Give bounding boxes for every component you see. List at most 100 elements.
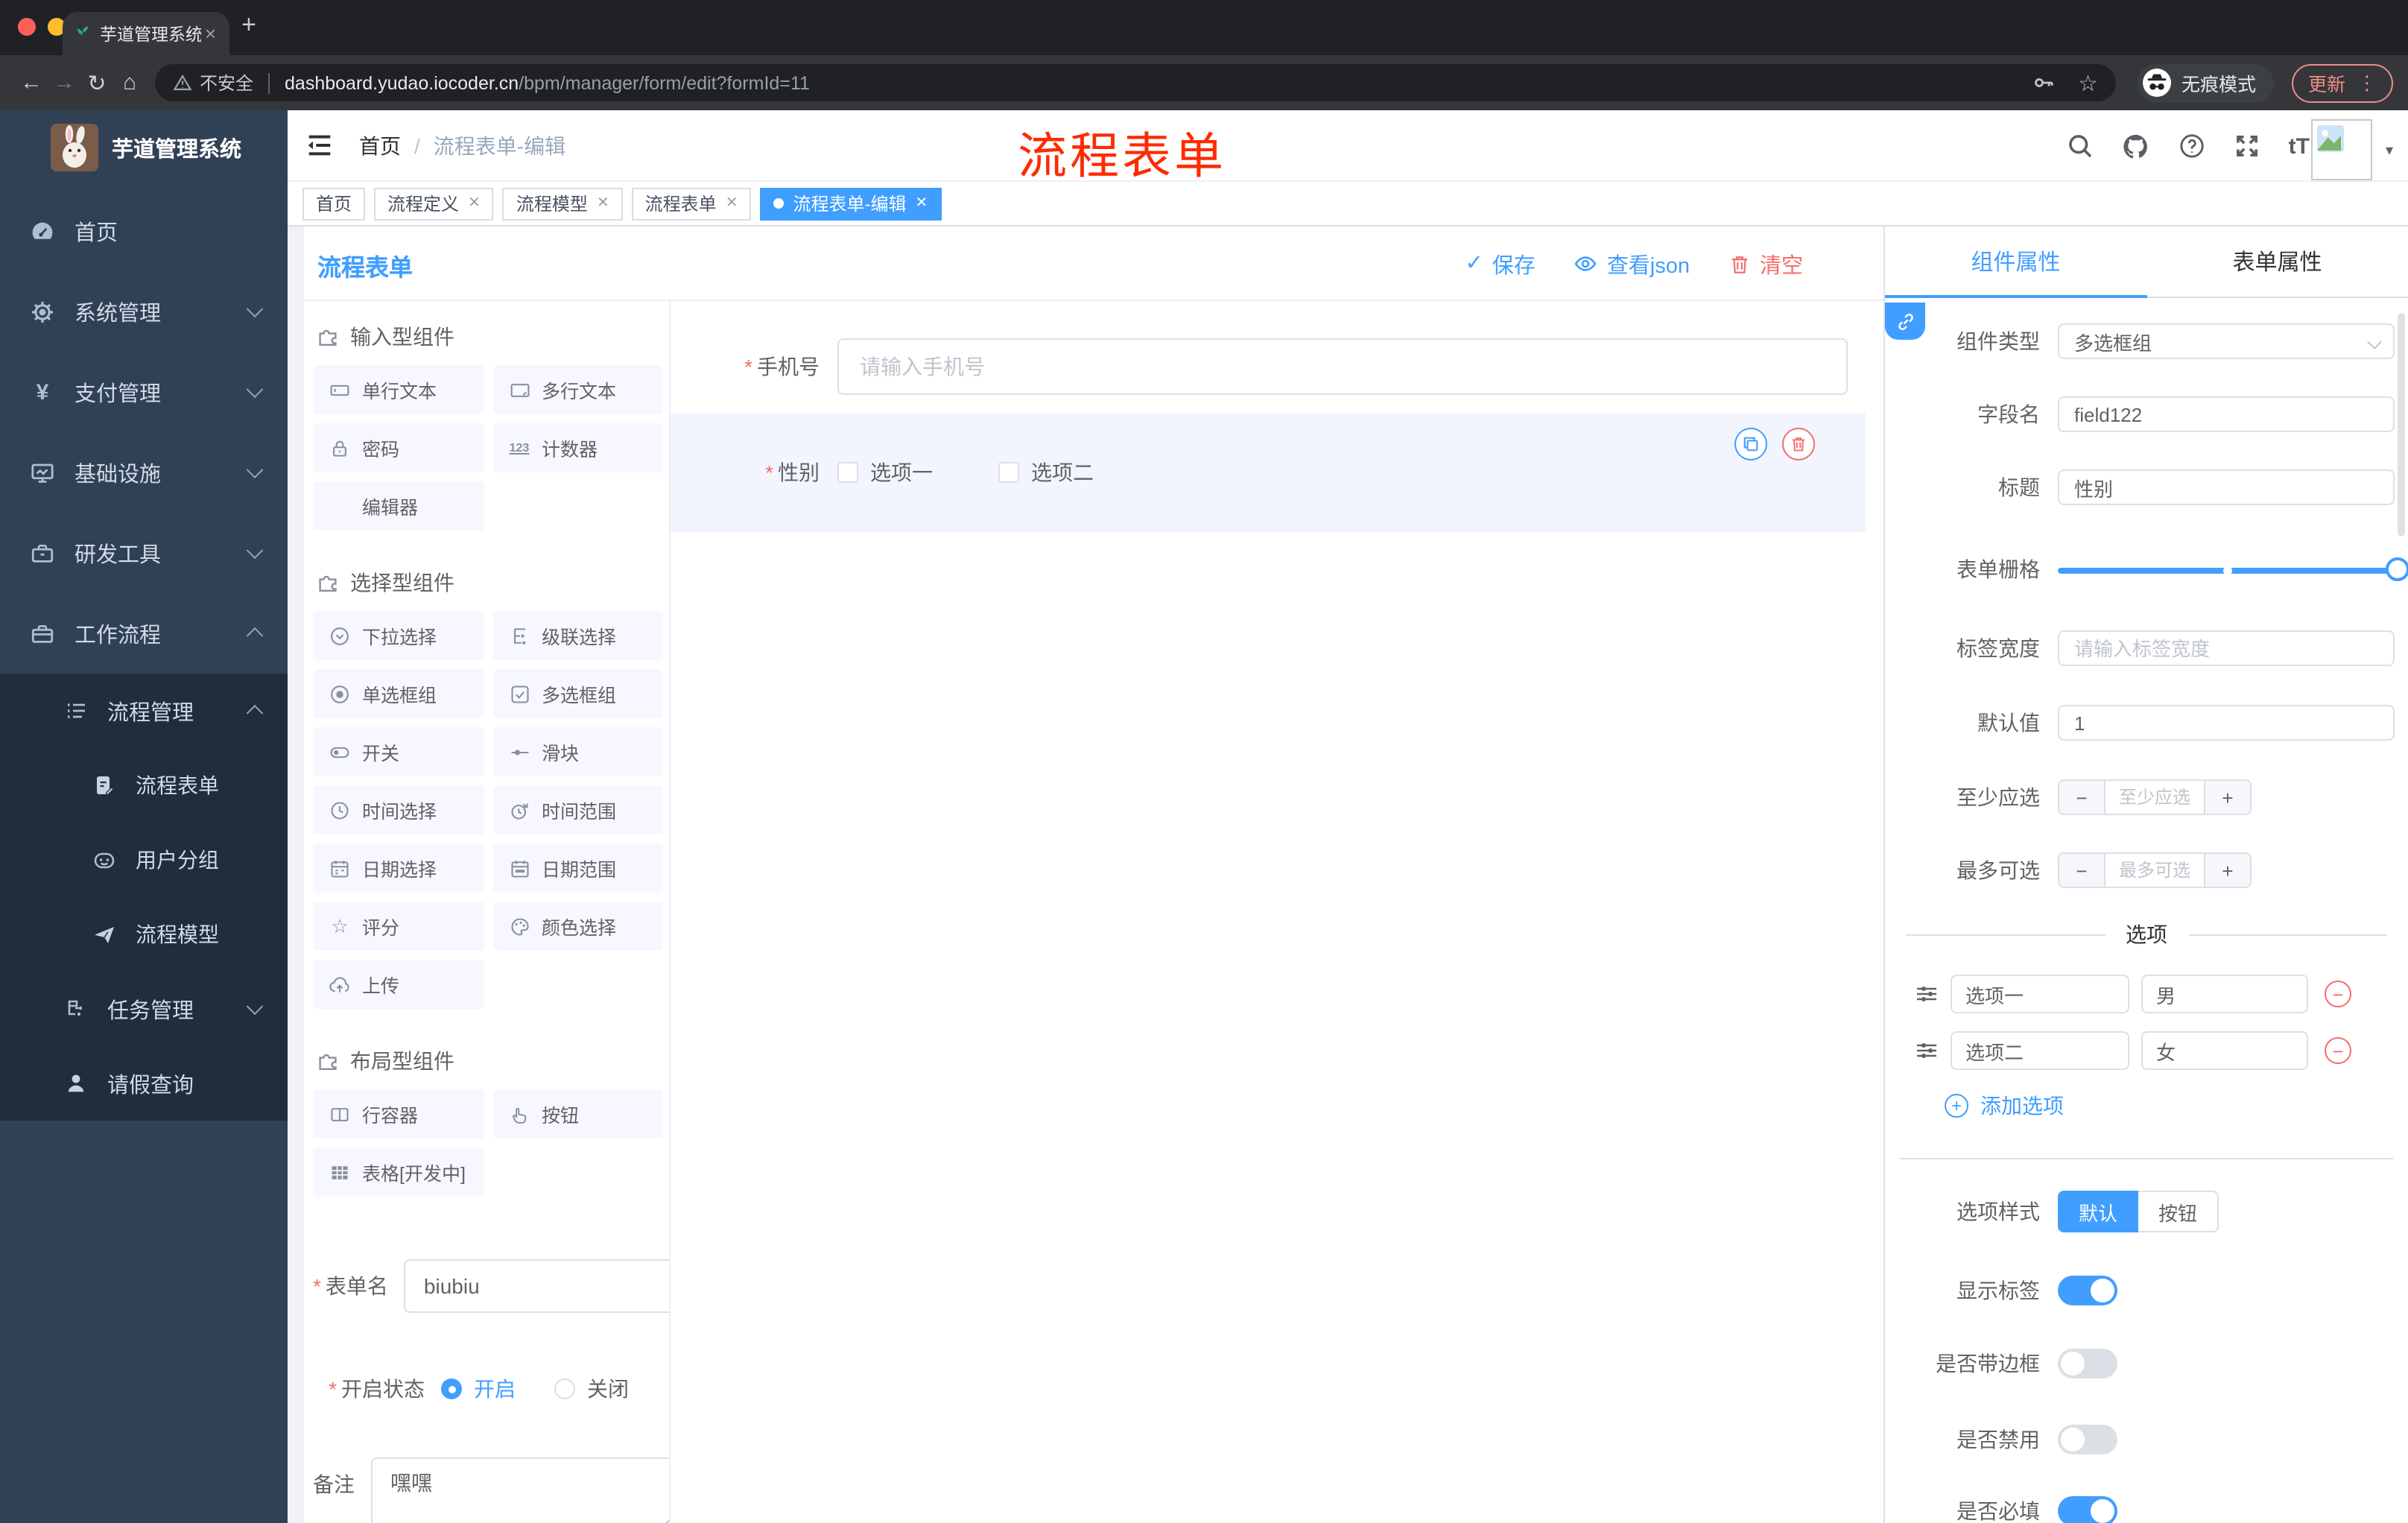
palette-item-editor[interactable]: 编辑器 [313,481,484,531]
browser-tab[interactable]: 芋道管理系统 × [63,12,229,55]
drag-handle-icon[interactable] [1915,1039,1939,1063]
palette-item-upload[interactable]: 上传 [313,960,484,1009]
option2-label-input[interactable] [1951,1031,2129,1070]
border-toggle[interactable] [2058,1349,2117,1378]
back-icon[interactable]: ← [15,70,48,95]
disabled-toggle[interactable] [2058,1425,2117,1454]
gender-option2-checkbox[interactable] [998,462,1019,483]
title-input[interactable] [2058,469,2395,505]
tag-process-model[interactable]: 流程模型 ✕ [502,187,623,220]
sidebar-item-process-mgmt[interactable]: 流程管理 [0,674,288,748]
canvas-field-phone[interactable]: * 手机号 [671,338,1848,395]
phone-input[interactable] [837,338,1848,395]
gender-option2-label[interactable]: 选项二 [1031,457,1094,487]
palette-item-color-picker[interactable]: 颜色选择 [492,902,663,951]
palette-item-single-text[interactable]: 单行文本 [313,365,484,414]
stepper-increase-button[interactable]: + [2205,854,2250,887]
tag-close-icon[interactable]: ✕ [468,195,481,212]
textarea-resize-grip[interactable] [663,1520,669,1523]
tag-process-definition[interactable]: 流程定义 ✕ [374,187,494,220]
status-off-label[interactable]: 关闭 [587,1374,629,1404]
style-default-button[interactable]: 默认 [2058,1191,2139,1232]
component-type-select[interactable]: 多选框组 [2058,323,2395,359]
sidebar-item-devtools[interactable]: 研发工具 [0,513,288,593]
clear-button[interactable]: 清空 [1729,248,1803,279]
tab-close-icon[interactable]: × [202,22,219,45]
required-toggle[interactable] [2058,1496,2117,1523]
palette-item-date-picker[interactable]: 日期选择 [313,843,484,893]
form-grid-slider[interactable] [2058,557,2408,581]
sidebar-item-infra[interactable]: 基础设施 [0,432,288,513]
stepper-decrease-button[interactable]: − [2059,854,2104,887]
breadcrumb-home[interactable]: 首页 [359,131,401,161]
sidebar-item-process-form[interactable]: 流程表单 [0,748,288,823]
palette-item-multi-text[interactable]: 多行文本 [492,365,663,414]
palette-item-time-range[interactable]: 时间范围 [492,785,663,835]
palette-item-checkbox-group[interactable]: 多选框组 [492,669,663,718]
stepper-decrease-button[interactable]: − [2059,781,2104,814]
close-window-button[interactable] [18,18,36,36]
github-icon[interactable] [2122,132,2150,160]
min-select-input[interactable] [2104,781,2205,814]
option2-value-input[interactable] [2141,1031,2308,1070]
palette-item-date-range[interactable]: 日期范围 [492,843,663,893]
sidebar-item-payment[interactable]: ¥ 支付管理 [0,352,288,432]
status-off-radio[interactable] [554,1378,575,1399]
stepper-increase-button[interactable]: + [2205,781,2250,814]
home-icon[interactable]: ⌂ [113,70,146,95]
tab-form-props[interactable]: 表单属性 [2146,227,2408,297]
remove-option-button[interactable]: − [2325,1037,2351,1064]
search-icon[interactable] [2067,133,2094,159]
add-option-button[interactable]: + 添加选项 [1945,1091,2064,1121]
option1-value-input[interactable] [2141,975,2308,1013]
save-button[interactable]: ✓ 保存 [1465,248,1535,279]
palette-item-table[interactable]: 表格[开发中] [313,1147,484,1197]
avatar-caret-icon[interactable]: ▾ [2386,143,2393,159]
hamburger-icon[interactable] [305,131,334,159]
slider-handle[interactable] [2386,557,2408,581]
copy-component-button[interactable] [1734,428,1767,460]
tag-close-icon[interactable]: ✕ [726,195,738,212]
security-label[interactable]: 不安全 [200,70,253,95]
gender-option1-checkbox[interactable] [837,462,858,483]
tag-process-form[interactable]: 流程表单 ✕ [631,187,752,220]
new-tab-button[interactable]: + [241,12,256,37]
palette-item-switch[interactable]: 开关 [313,727,484,776]
palette-item-button[interactable]: 按钮 [492,1089,663,1139]
panel-scrollbar-thumb[interactable] [2398,313,2405,536]
bookmark-star-icon[interactable]: ☆ [2078,69,2098,96]
palette-item-slider[interactable]: 滑块 [492,727,663,776]
delete-component-button[interactable] [1782,428,1815,460]
help-icon[interactable] [2179,133,2205,159]
forward-icon[interactable]: → [48,70,80,95]
reload-icon[interactable]: ↻ [80,69,113,96]
status-on-label[interactable]: 开启 [474,1374,516,1404]
browser-menu-icon[interactable]: ⋮ [2357,71,2377,95]
palette-item-cascader[interactable]: 级联选择 [492,611,663,660]
sidebar-item-task-mgmt[interactable]: 任务管理 [0,972,288,1046]
palette-item-rate[interactable]: ☆ 评分 [313,902,484,951]
option1-label-input[interactable] [1951,975,2129,1013]
label-width-input[interactable] [2058,630,2395,666]
sidebar-item-process-model[interactable]: 流程模型 [0,897,288,972]
palette-item-row-container[interactable]: 行容器 [313,1089,484,1139]
field-name-input[interactable] [2058,396,2395,432]
sidebar-item-workflow[interactable]: 工作流程 [0,593,288,674]
fullscreen-icon[interactable] [2234,133,2260,159]
password-key-icon[interactable] [2032,72,2054,94]
palette-item-counter[interactable]: 123 计数器 [492,423,663,472]
font-size-icon[interactable]: tT [2289,133,2310,159]
form-name-input[interactable] [404,1259,669,1313]
chrome-update-button[interactable]: 更新 ⋮ [2291,63,2393,102]
tag-close-icon[interactable]: ✕ [597,195,609,212]
avatar[interactable] [2311,119,2372,180]
sidebar-item-user-group[interactable]: 用户分组 [0,823,288,897]
palette-item-select[interactable]: 下拉选择 [313,611,484,660]
view-json-button[interactable]: 查看json [1574,248,1690,279]
form-remark-textarea[interactable]: 嘿嘿 [371,1457,669,1523]
max-select-input[interactable] [2104,854,2205,887]
palette-item-password[interactable]: 密码 [313,423,484,472]
gender-option1-label[interactable]: 选项一 [870,457,933,487]
show-label-toggle[interactable] [2058,1276,2117,1305]
canvas-field-gender-selected[interactable]: * 性别 选项一 选项二 [671,413,1866,532]
